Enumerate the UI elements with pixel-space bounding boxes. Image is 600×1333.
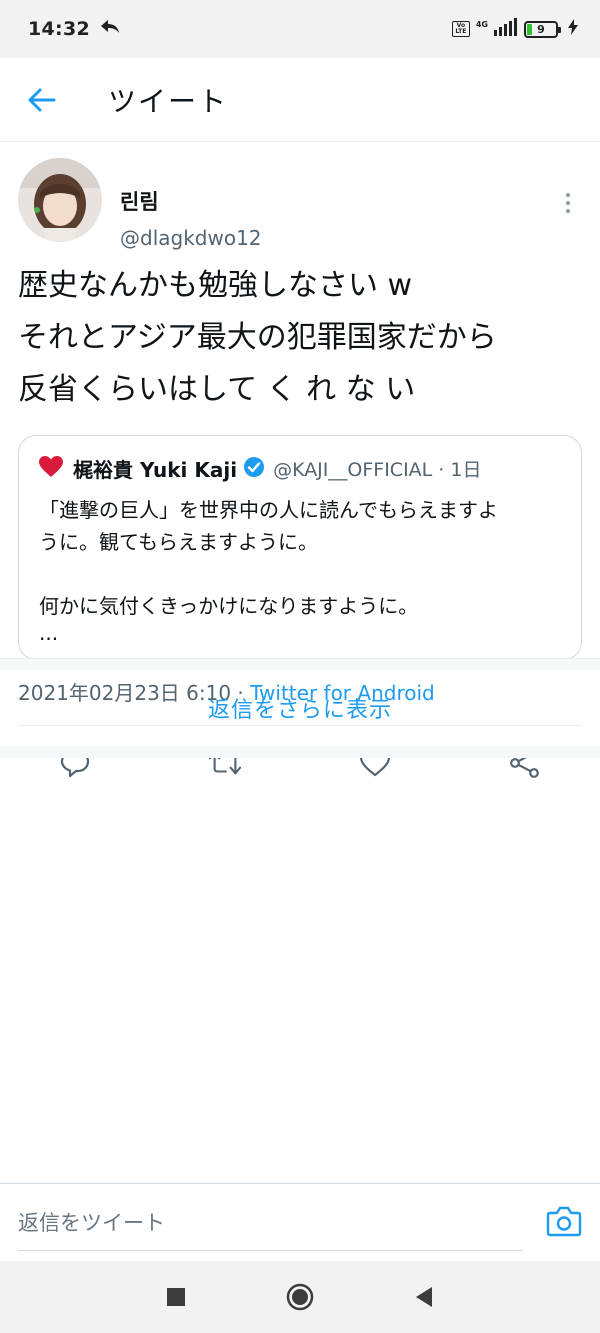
verified-badge-icon [243,456,265,482]
reply-arrow-icon [100,19,120,39]
circle-icon [286,1283,314,1311]
battery-icon: 9 [524,20,561,38]
author-handle[interactable]: @dlagkdwo12 [120,226,262,250]
triangle-back-icon [416,1287,432,1307]
quoted-author-name: 梶裕貴 Yuki Kaji [73,458,238,482]
heart-avatar-icon [39,455,63,477]
show-more-replies-button[interactable]: 返信をさらに表示 [0,670,600,746]
signal-icon [494,18,518,40]
quoted-tweet-card[interactable]: 梶裕貴 Yuki Kaji @KAJI__OFFICIAL · 1日 「進撃の巨… [18,435,582,660]
more-options-button[interactable] [554,188,582,218]
camera-icon [546,1206,582,1237]
square-icon [167,1288,185,1306]
author-row: 린림 @dlagkdwo12 [18,158,582,250]
app-header: ツイート [0,58,600,142]
quoted-tweet-body: 「進撃の巨人」を世界中の人に読んでもらえますよ うに。観てもらえますように。 何… [39,494,569,644]
avatar[interactable] [18,158,102,242]
page-title: ツイート [108,84,229,118]
section-separator [0,658,600,670]
back-arrow-icon [28,88,56,111]
camera-button[interactable] [546,1204,582,1240]
home-button[interactable] [286,1283,314,1311]
network-type: 4G [475,19,488,29]
back-nav-button[interactable] [410,1283,438,1311]
system-nav-bar [0,1261,600,1333]
status-time: 14:32 [28,18,90,40]
tweet-text-line: 反省くらいはして く れ な い [18,372,416,407]
quoted-text-line [39,558,569,590]
more-dots-icon [566,193,570,197]
quoted-text-line: 「進撃の巨人」を世界中の人に読んでもらえますよ [39,498,498,522]
status-bar: 14:32 Vo LTE 4G 9 [0,0,600,58]
volte-icon: Vo LTE [451,21,470,37]
charging-icon [568,19,578,39]
author-name[interactable]: 린림 [120,186,159,216]
back-button[interactable] [0,58,84,142]
section-separator [0,746,600,758]
reply-bar: 返信をツイート [0,1183,600,1261]
tweet-text-line: それとアジア最大の犯罪国家だから [18,320,497,355]
tweet-text: 歴史なんかも勉強しなさい w それとアジア最大の犯罪国家だから 反省くらいはして… [18,260,582,416]
reply-input[interactable]: 返信をツイート [18,1184,523,1251]
quoted-text-line: うに。観てもらえますように。 [39,530,318,554]
quoted-handle-time: @KAJI__OFFICIAL · 1日 [273,459,482,481]
tweet-text-line: 歴史なんかも勉強しなさい w [18,268,413,303]
recents-button[interactable] [162,1283,190,1311]
quoted-text-line: 何かに気付くきっかけになりますように。 [39,594,419,618]
quoted-tweet-header: 梶裕貴 Yuki Kaji @KAJI__OFFICIAL · 1日 [39,454,481,483]
quoted-avatar [39,455,63,482]
battery-level: 9 [537,22,545,36]
quoted-text-line: ... [39,621,59,645]
